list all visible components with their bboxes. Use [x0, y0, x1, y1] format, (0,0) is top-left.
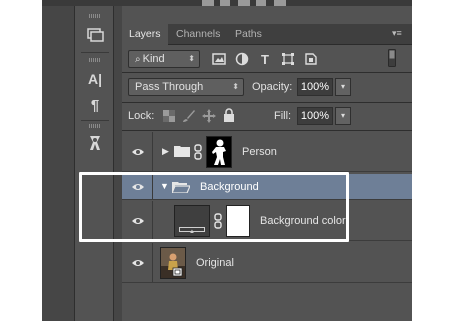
opacity-input[interactable]: 100% [297, 78, 333, 96]
pixel-filter-icon[interactable] [211, 51, 227, 67]
dock-grip-3[interactable] [89, 124, 101, 128]
photoshop-frame: A| ¶ Layers Channels Paths ▾≡ ⌕ Kind ⬍ T… [42, 0, 412, 321]
lock-transparent-icon[interactable] [161, 108, 177, 124]
visibility-eye-icon[interactable] [130, 255, 146, 271]
highlight-callout-box [79, 172, 349, 242]
paragraph-icon[interactable]: ¶ [83, 94, 107, 116]
tab-paths[interactable]: Paths [228, 24, 269, 45]
filter-row: ⌕ Kind ⬍ T [122, 46, 412, 72]
lock-label: Lock: [128, 110, 155, 122]
opacity-label: Opacity: [252, 81, 293, 93]
layer-name: Person [242, 146, 277, 158]
blend-mode-select[interactable]: Pass Through ⬍ [128, 78, 244, 96]
adjustment-filter-icon[interactable] [234, 51, 250, 67]
lock-row: Lock: Fill: 100% ▾ [122, 103, 412, 129]
layer-row-person[interactable]: ▶ Person [122, 132, 412, 172]
original-photo-thumbnail[interactable] [160, 247, 186, 279]
opacity-dropdown-button[interactable]: ▾ [335, 78, 351, 96]
expand-arrow-icon[interactable]: ▶ [162, 146, 169, 157]
type-filter-icon[interactable]: T [257, 51, 273, 67]
layer-name: Original [196, 257, 234, 269]
folder-icon [174, 144, 190, 160]
panel-icon-dock: A| ¶ [74, 6, 114, 321]
layer-comps-icon[interactable] [83, 24, 107, 46]
smart-object-filter-icon[interactable] [303, 51, 319, 67]
layer-row-original[interactable]: Original [122, 243, 412, 283]
panel-tab-bar: Layers Channels Paths ▾≡ [122, 24, 412, 45]
lock-all-icon[interactable] [221, 107, 237, 123]
fill-input[interactable]: 100% [297, 107, 333, 125]
panel-menu-icon[interactable]: ▾≡ [392, 28, 406, 40]
filter-toggle-switch[interactable] [384, 49, 400, 67]
fill-dropdown-button[interactable]: ▾ [335, 107, 351, 125]
person-mask-thumbnail[interactable] [206, 136, 232, 168]
character-icon[interactable]: A| [83, 68, 107, 90]
updown-arrows-icon: ⬍ [232, 82, 239, 91]
tab-channels[interactable]: Channels [169, 24, 227, 45]
tab-layers[interactable]: Layers [122, 24, 168, 45]
search-icon: ⌕ [135, 54, 141, 65]
filter-kind-select[interactable]: ⌕ Kind ⬍ [128, 50, 200, 68]
fill-label: Fill: [274, 110, 292, 122]
lock-move-icon[interactable] [201, 108, 217, 124]
visibility-eye-icon[interactable] [130, 144, 146, 160]
link-chain-icon[interactable] [194, 144, 202, 160]
shape-filter-icon[interactable] [280, 51, 296, 67]
layers-panel: Layers Channels Paths ▾≡ ⌕ Kind ⬍ T Pass… [122, 6, 412, 321]
dock-grip-2[interactable] [89, 58, 101, 62]
updown-arrows-icon: ⬍ [188, 54, 195, 63]
blend-row: Pass Through ⬍ Opacity: 100% ▾ [122, 73, 412, 101]
lock-brush-icon[interactable] [181, 108, 197, 124]
dock-grip[interactable] [89, 14, 101, 18]
tool-presets-icon[interactable] [83, 132, 107, 154]
